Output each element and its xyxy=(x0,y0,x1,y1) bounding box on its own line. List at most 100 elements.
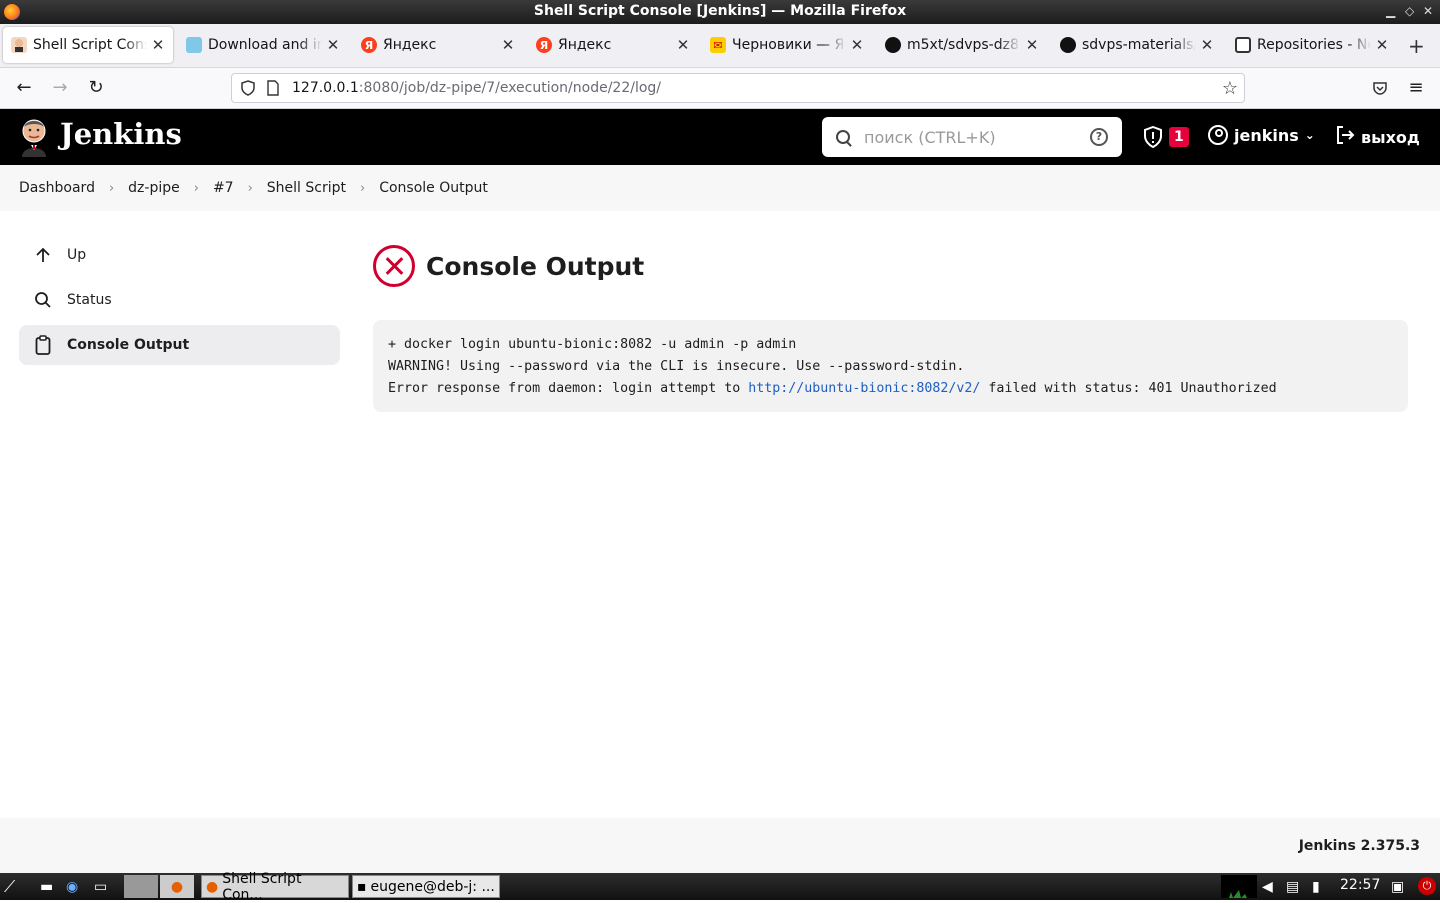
tab-yandex-1[interactable]: Я Яндекс ✕ xyxy=(353,27,523,63)
jenkins-version-link[interactable]: Jenkins 2.375.3 xyxy=(1299,838,1420,854)
jenkins-logo-icon[interactable] xyxy=(18,117,50,157)
tab-label: Яндекс xyxy=(383,37,437,53)
github-icon xyxy=(885,37,901,53)
chevron-right-icon: › xyxy=(108,180,115,196)
nexus-icon xyxy=(1235,37,1251,53)
breadcrumb-job[interactable]: dz-pipe xyxy=(128,180,180,196)
windows-icon[interactable]: ▭ xyxy=(94,875,107,898)
chevron-right-icon: › xyxy=(247,180,253,196)
tab-label: sdvps-materials/README xyxy=(1082,37,1196,53)
close-tab-icon[interactable]: ✕ xyxy=(676,36,690,54)
os-taskbar: ⟋ ▬ ◉ ▭ ● ● Shell Script Con... ▪ eugene… xyxy=(0,871,1440,903)
tab-label: Черновики — Яндекс xyxy=(732,37,846,53)
help-icon[interactable]: ? xyxy=(1090,128,1108,146)
sidebar-item-up[interactable]: Up xyxy=(19,235,340,275)
taskbar-clock[interactable]: 22:57 xyxy=(1340,877,1380,893)
sidebar-item-label: Up xyxy=(67,247,87,263)
tab-github-materials[interactable]: sdvps-materials/README ✕ xyxy=(1052,27,1222,63)
close-tab-icon[interactable]: ✕ xyxy=(501,36,515,54)
tab-label: m5xt/sdvps-dz81 xyxy=(907,37,1021,53)
volume-icon[interactable]: ◀ xyxy=(1262,875,1273,898)
yandex-icon: Я xyxy=(536,37,552,53)
side-panel: Up Status Console Output xyxy=(19,235,340,370)
search-input[interactable] xyxy=(864,127,1084,147)
bookmark-star-icon[interactable]: ☆ xyxy=(1222,78,1238,99)
breadcrumb-build[interactable]: #7 xyxy=(213,180,234,196)
tab-label: Shell Script Console xyxy=(33,37,147,53)
firefox-launcher-icon[interactable]: ● xyxy=(160,875,194,898)
user-icon xyxy=(1208,125,1228,145)
sidebar-item-label: Console Output xyxy=(67,337,190,353)
firefox-icon xyxy=(4,4,20,20)
jenkins-brand[interactable]: Jenkins xyxy=(60,117,182,151)
jenkins-footer: Jenkins 2.375.3 xyxy=(0,818,1440,873)
user-menu[interactable]: jenkins ⌄ xyxy=(1208,125,1315,145)
breadcrumb: Dashboard › dz-pipe › #7 › Shell Script … xyxy=(0,165,1440,211)
page-heading: Console Output xyxy=(373,245,644,287)
sidebar-item-status[interactable]: Status xyxy=(19,280,340,320)
console-output: + docker login ubuntu-bionic:8082 -u adm… xyxy=(373,320,1408,412)
mail-icon: ✉ xyxy=(710,37,726,53)
taskbar-item-terminal[interactable]: ▪ eugene@deb-j: ... xyxy=(352,875,500,898)
security-monitor[interactable]: 1 xyxy=(1143,125,1189,149)
breadcrumb-step[interactable]: Shell Script xyxy=(267,180,346,196)
url-host: 127.0.0.1 xyxy=(292,80,359,96)
new-tab-button[interactable]: + xyxy=(1408,34,1425,58)
clipboard-tray-icon[interactable]: ▮ xyxy=(1312,875,1320,898)
console-link[interactable]: http://ubuntu-bionic:8082/v2/ xyxy=(748,381,980,396)
url-path: :8080/job/dz-pipe/7/execution/node/22/lo… xyxy=(358,80,662,96)
logout-icon xyxy=(1335,125,1355,149)
close-tab-icon[interactable]: ✕ xyxy=(1200,36,1214,54)
maximize-icon[interactable]: ◇ xyxy=(1405,0,1414,23)
search-box[interactable]: ? xyxy=(822,117,1122,157)
close-tab-icon[interactable]: ✕ xyxy=(1375,36,1389,54)
tab-download-and-install[interactable]: Download and install ✕ xyxy=(178,27,348,63)
menu-hamburger-icon[interactable]: ≡ xyxy=(1404,76,1428,100)
taskbar-item-label: Shell Script Con... xyxy=(222,870,302,903)
tab-label: Download and install xyxy=(208,37,322,53)
power-icon[interactable]: ⏻ xyxy=(1418,877,1436,895)
search-icon xyxy=(836,130,850,144)
pocket-icon[interactable] xyxy=(1368,76,1392,100)
breadcrumb-current[interactable]: Console Output xyxy=(379,180,488,196)
chevron-right-icon: › xyxy=(193,180,199,196)
close-tab-icon[interactable]: ✕ xyxy=(151,36,165,54)
tab-strip: Shell Script Console ✕ Download and inst… xyxy=(0,24,1440,68)
tab-nexus-repositories[interactable]: Repositories - Nexus ✕ xyxy=(1227,27,1397,63)
failed-status-icon xyxy=(373,245,415,287)
globe-icon[interactable]: ◉ xyxy=(66,875,78,898)
tab-yandex-2[interactable]: Я Яндекс ✕ xyxy=(528,27,698,63)
close-tab-icon[interactable]: ✕ xyxy=(326,36,340,54)
forward-arrow-icon[interactable]: → xyxy=(48,76,72,100)
clipboard-icon xyxy=(33,335,53,355)
tab-label: Яндекс xyxy=(558,37,612,53)
window-titlebar: Shell Script Console [Jenkins] — Mozilla… xyxy=(0,0,1440,24)
start-menu-icon[interactable]: ⟋ xyxy=(4,875,15,898)
shield-icon[interactable] xyxy=(240,80,256,96)
sidebar-item-console-output[interactable]: Console Output xyxy=(19,325,340,365)
logout-button[interactable]: выход xyxy=(1335,125,1420,149)
cpu-monitor-graph xyxy=(1221,875,1257,898)
tab-shell-script-console[interactable]: Shell Script Console ✕ xyxy=(3,27,173,63)
minimize-icon[interactable]: ▁ xyxy=(1386,0,1395,23)
workspace-switcher[interactable] xyxy=(124,875,158,898)
tab-github-dz81[interactable]: m5xt/sdvps-dz81 ✕ xyxy=(877,27,1047,63)
shield-icon xyxy=(1143,125,1163,149)
back-arrow-icon[interactable]: ← xyxy=(12,76,36,100)
close-tab-icon[interactable]: ✕ xyxy=(850,36,864,54)
url-bar[interactable]: 127.0.0.1:8080/job/dz-pipe/7/execution/n… xyxy=(231,73,1245,103)
terminal-launcher-icon[interactable]: ▬ xyxy=(40,875,53,898)
screen-lock-icon[interactable]: ▣ xyxy=(1391,875,1404,898)
tab-yandex-mail[interactable]: ✉ Черновики — Яндекс ✕ xyxy=(702,27,872,63)
logout-label: выход xyxy=(1361,127,1420,147)
network-icon[interactable]: ▤ xyxy=(1286,875,1299,898)
page-title: Console Output xyxy=(426,251,645,281)
breadcrumb-dashboard[interactable]: Dashboard xyxy=(19,180,95,196)
reload-icon[interactable]: ↻ xyxy=(84,76,108,100)
sidebar-item-label: Status xyxy=(67,292,112,308)
taskbar-item-firefox[interactable]: ● Shell Script Con... xyxy=(201,871,349,903)
close-window-icon[interactable]: ✕ xyxy=(1423,0,1433,23)
console-line: + docker login ubuntu-bionic:8082 -u adm… xyxy=(388,337,797,352)
user-name: jenkins xyxy=(1234,125,1299,145)
close-tab-icon[interactable]: ✕ xyxy=(1025,36,1039,54)
